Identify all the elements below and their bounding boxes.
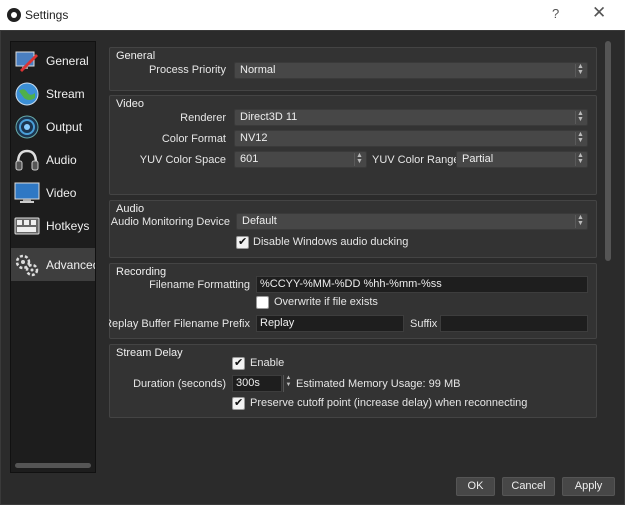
audio-monitoring-select[interactable]: Default ▲ ▼ bbox=[236, 213, 588, 230]
overwrite-label: Overwrite if file exists bbox=[274, 296, 378, 308]
sidebar-item-hotkeys[interactable]: Hotkeys bbox=[11, 209, 95, 242]
duration-spin-buttons[interactable]: ▲ ▼ bbox=[283, 375, 293, 392]
group-general: General Process Priority Normal ▲ ▼ bbox=[109, 47, 597, 91]
group-stream-delay: Stream Delay Enable Duration (seconds) 3… bbox=[109, 344, 597, 418]
updown-arrow-icon: ▲ ▼ bbox=[575, 131, 585, 145]
updown-arrow-icon: ▲ ▼ bbox=[575, 110, 585, 124]
suffix-input[interactable] bbox=[440, 315, 588, 332]
color-format-value: NV12 bbox=[240, 132, 268, 144]
filename-formatting-value: %CCYY-%MM-%DD %hh-%mm-%ss bbox=[260, 278, 442, 290]
sidebar-item-label: General bbox=[46, 53, 89, 68]
duration-label: Duration (seconds) bbox=[133, 378, 226, 390]
overwrite-checkbox[interactable] bbox=[256, 296, 269, 309]
sidebar-item-label: Hotkeys bbox=[46, 218, 90, 233]
updown-arrow-icon: ▲ ▼ bbox=[354, 152, 364, 166]
group-title: Video bbox=[116, 98, 144, 110]
replay-prefix-label: Replay Buffer Filename Prefix bbox=[109, 318, 250, 330]
color-format-select[interactable]: NV12 ▲ ▼ bbox=[234, 130, 588, 147]
suffix-label: Suffix bbox=[410, 318, 438, 330]
renderer-label: Renderer bbox=[180, 112, 226, 124]
ok-button[interactable]: OK bbox=[456, 477, 495, 496]
updown-arrow-icon: ▲ ▼ bbox=[575, 214, 585, 228]
close-button[interactable]: ✕ bbox=[592, 3, 606, 23]
window-title: Settings bbox=[25, 8, 69, 22]
renderer-value: Direct3D 11 bbox=[240, 111, 298, 123]
group-audio: Audio Audio Monitoring Device Default ▲ ▼… bbox=[109, 200, 597, 258]
sidebar-item-general[interactable]: General bbox=[11, 44, 95, 77]
duration-value: 300s bbox=[236, 377, 260, 389]
help-button[interactable]: ? bbox=[552, 6, 559, 21]
sidebar-item-label: Video bbox=[46, 185, 77, 200]
renderer-select[interactable]: Direct3D 11 ▲ ▼ bbox=[234, 109, 588, 126]
stream-delay-enable-label: Enable bbox=[250, 357, 285, 369]
filename-formatting-input[interactable]: %CCYY-%MM-%DD %hh-%mm-%ss bbox=[256, 276, 588, 293]
sidebar-item-audio[interactable]: Audio bbox=[11, 143, 95, 176]
yuv-color-range-label: YUV Color Range bbox=[372, 154, 460, 166]
sidebar-item-output[interactable]: Output bbox=[11, 110, 95, 143]
globe-icon bbox=[15, 82, 39, 105]
group-recording: Recording Filename Formatting %CCYY-%MM-… bbox=[109, 263, 597, 339]
group-title: Recording bbox=[116, 266, 167, 278]
yuv-color-space-select[interactable]: 601 ▲ ▼ bbox=[234, 151, 367, 168]
sidebar-item-label: Audio bbox=[46, 152, 77, 167]
output-icon bbox=[15, 115, 39, 138]
apply-button[interactable]: Apply bbox=[562, 477, 615, 496]
sidebar-item-stream[interactable]: Stream bbox=[11, 77, 95, 110]
preserve-cutoff-label: Preserve cutoff point (increase delay) w… bbox=[250, 397, 528, 409]
audio-monitoring-label: Audio Monitoring Device bbox=[110, 216, 230, 228]
general-icon bbox=[15, 51, 38, 72]
sidebar-item-label: Output bbox=[46, 119, 83, 134]
process-priority-select[interactable]: Normal ▲ ▼ bbox=[234, 62, 588, 79]
filename-formatting-label: Filename Formatting bbox=[149, 279, 250, 291]
sidebar: General Stream Output Audio Video Hotkey… bbox=[10, 41, 96, 473]
preserve-cutoff-checkbox[interactable] bbox=[232, 396, 245, 410]
gears-icon bbox=[15, 254, 39, 276]
obs-logo-icon bbox=[7, 8, 21, 22]
sidebar-horizontal-scrollbar[interactable] bbox=[15, 463, 91, 468]
title-bar: Settings ? ✕ bbox=[0, 0, 625, 30]
audio-monitoring-value: Default bbox=[242, 215, 277, 227]
cancel-button[interactable]: Cancel bbox=[502, 477, 555, 496]
duration-input[interactable]: 300s bbox=[232, 375, 282, 392]
process-priority-value: Normal bbox=[240, 64, 276, 76]
sidebar-item-advanced[interactable]: Advanced bbox=[11, 248, 96, 281]
content-vertical-scrollbar[interactable] bbox=[605, 41, 611, 261]
advanced-settings-panel: General Process Priority Normal ▲ ▼ Video… bbox=[109, 45, 599, 425]
yuv-color-space-value: 601 bbox=[240, 153, 259, 165]
sidebar-item-video[interactable]: Video bbox=[11, 176, 95, 209]
replay-prefix-input[interactable]: Replay bbox=[256, 315, 404, 332]
group-video: Video Renderer Direct3D 11 ▲ ▼ Color Form… bbox=[109, 95, 597, 195]
sidebar-item-label: Advanced bbox=[46, 257, 96, 272]
updown-arrow-icon: ▲ ▼ bbox=[575, 63, 585, 77]
yuv-color-range-select[interactable]: Partial ▲ ▼ bbox=[456, 151, 588, 168]
disable-ducking-label: Disable Windows audio ducking bbox=[253, 236, 409, 248]
stream-delay-enable-checkbox[interactable] bbox=[232, 356, 245, 370]
keyboard-icon bbox=[14, 217, 40, 234]
monitor-icon bbox=[14, 182, 40, 203]
sidebar-item-label: Stream bbox=[46, 86, 85, 101]
settings-window: General Stream Output Audio Video Hotkey… bbox=[0, 30, 625, 505]
audio-icon bbox=[15, 149, 39, 170]
group-title: Audio bbox=[116, 203, 145, 215]
process-priority-label: Process Priority bbox=[148, 64, 226, 76]
estimated-memory-text: Estimated Memory Usage: 99 MB bbox=[296, 378, 461, 390]
group-title: General bbox=[116, 50, 156, 62]
updown-arrow-icon: ▲ ▼ bbox=[575, 152, 585, 166]
yuv-color-range-value: Partial bbox=[462, 153, 494, 165]
group-title: Stream Delay bbox=[116, 347, 183, 359]
yuv-color-space-label: YUV Color Space bbox=[139, 154, 226, 166]
color-format-label: Color Format bbox=[161, 133, 226, 145]
replay-prefix-value: Replay bbox=[260, 317, 295, 329]
disable-ducking-checkbox[interactable] bbox=[236, 235, 249, 249]
